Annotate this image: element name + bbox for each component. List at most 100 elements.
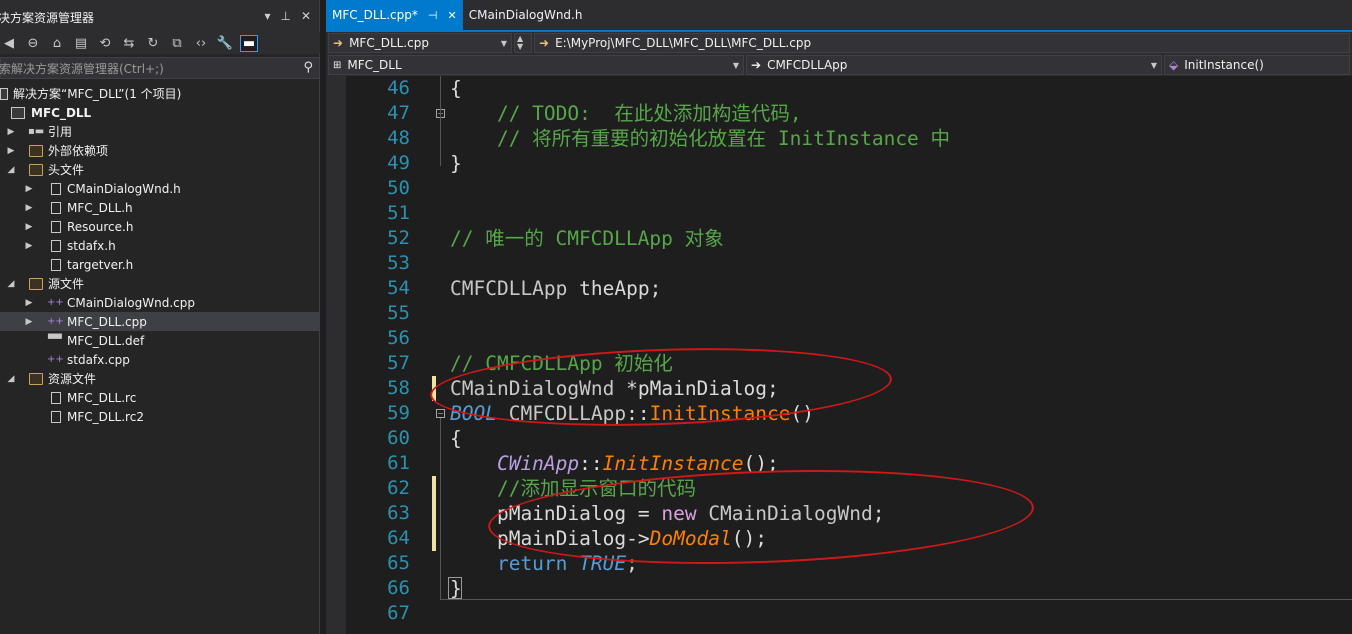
line-number: 60 <box>387 427 410 449</box>
tree-item-project[interactable]: MFC_DLL <box>0 103 320 122</box>
code-line[interactable]: // TODO: 在此处添加构造代码, <box>450 101 802 126</box>
tab-mfc-dll-cpp[interactable]: MFC_DLL.cpp* ⊣ ✕ <box>326 0 463 30</box>
tree-item-source-files[interactable]: ◢ 源文件 <box>0 274 320 293</box>
line-number: 49 <box>387 152 410 174</box>
expand-arrow-icon[interactable]: ▶ <box>24 184 34 194</box>
line-number: 46 <box>387 77 410 99</box>
method-icon: ⬙ <box>1169 58 1179 72</box>
tab-cmaindialogwnd-h[interactable]: CMainDialogWnd.h <box>463 0 589 30</box>
tree-item-file[interactable]: MFC_DLL.rc2 <box>0 407 320 426</box>
tree-item-file[interactable]: ▶ ++ CMainDialogWnd.cpp <box>0 293 320 312</box>
project-icon <box>11 106 25 119</box>
folder-icon <box>29 372 43 385</box>
tree-item-file[interactable]: ▶ CMainDialogWnd.h <box>0 179 320 198</box>
history-icon[interactable]: ⟲ <box>96 36 114 51</box>
expand-arrow-icon[interactable]: ▶ <box>6 127 16 137</box>
class-dropdown[interactable]: ➔ CMFCDLLApp ▼ <box>746 55 1162 75</box>
tree-item-label: MFC_DLL.rc2 <box>67 409 144 424</box>
line-number: 59 <box>387 402 410 424</box>
arrow-icon: ➜ <box>333 36 344 50</box>
code-line[interactable]: // 唯一的 CMFCDLLApp 对象 <box>450 226 724 251</box>
project-dropdown[interactable]: ⊞ MFC_DLL ▼ <box>328 55 744 75</box>
member-dropdown[interactable]: ⬙ InitInstance() <box>1164 55 1350 75</box>
close-icon[interactable]: ✕ <box>301 9 311 23</box>
tree-item-external-deps[interactable]: ▶ 外部依赖项 <box>0 141 320 160</box>
collapse-arrow-icon[interactable]: ◢ <box>6 374 16 384</box>
tree-item-label: 资源文件 <box>48 372 97 386</box>
back-icon[interactable]: ◀ <box>0 36 18 51</box>
line-number: 65 <box>387 552 410 574</box>
close-icon[interactable]: ✕ <box>448 9 457 22</box>
resource-file-icon <box>51 410 61 423</box>
tab-strip: MFC_DLL.cpp* ⊣ ✕ CMainDialogWnd.h <box>326 0 1352 32</box>
tree-item-file-selected[interactable]: ▶ ++ MFC_DLL.cpp <box>0 312 320 331</box>
expand-arrow-icon[interactable]: ▶ <box>6 146 16 156</box>
explorer-toolbar: ◀ ⊖ ⌂ ▤ ⟲ ⇆ ↻ ⧉ ‹› 🔧 ▬ <box>0 32 320 54</box>
header-file-icon <box>51 239 61 252</box>
expand-arrow-icon[interactable]: ▶ <box>24 241 34 251</box>
file-path-field[interactable]: ➜ E:\MyProj\MFC_DLL\MFC_DLL\MFC_DLL.cpp <box>534 33 1350 53</box>
pin-icon[interactable]: ⊣ <box>428 9 438 22</box>
code-editor: MFC_DLL.cpp* ⊣ ✕ CMainDialogWnd.h ➜ MFC_… <box>326 0 1352 634</box>
tree-item-file[interactable]: ▶ Resource.h <box>0 217 320 236</box>
pin-icon[interactable]: ⊥ <box>280 9 290 23</box>
sync-icon[interactable]: ⇆ <box>120 36 138 51</box>
tree-item-file[interactable]: ++ stdafx.cpp <box>0 350 320 369</box>
collapse-arrow-icon[interactable]: ◢ <box>6 165 16 175</box>
tree-item-solution[interactable]: 解决方案“MFC_DLL”(1 个项目) <box>0 84 320 103</box>
line-number: 48 <box>387 127 410 149</box>
file-dropdown[interactable]: ➜ MFC_DLL.cpp ▼ <box>328 33 512 53</box>
solution-icon <box>0 87 8 100</box>
tree-item-label: targetver.h <box>67 257 134 272</box>
resource-file-icon <box>51 391 61 404</box>
collapse-all-icon[interactable]: ⧉ <box>168 36 186 51</box>
collapse-toggle-icon[interactable]: − <box>436 409 445 418</box>
search-icon[interactable]: ⚲ <box>303 60 313 75</box>
class-icon: ➔ <box>751 58 762 72</box>
tree-item-file[interactable]: ▀▀ MFC_DLL.def <box>0 331 320 350</box>
code-line[interactable]: CMFCDLLApp theApp; <box>450 276 661 301</box>
line-number: 61 <box>387 452 410 474</box>
properties-icon[interactable]: 🔧 <box>216 36 234 51</box>
show-all-files-icon[interactable]: ‹› <box>192 36 210 51</box>
expand-arrow-icon[interactable]: ▶ <box>24 298 34 308</box>
collapse-arrow-icon[interactable]: ◢ <box>6 279 16 289</box>
code-line[interactable]: { <box>450 426 462 451</box>
code-line[interactable]: // 将所有重要的初始化放置在 InitInstance 中 <box>450 126 950 151</box>
tree-item-header-files[interactable]: ◢ 头文件 <box>0 160 320 179</box>
tree-item-label: Resource.h <box>67 219 134 234</box>
refresh-icon[interactable]: ↻ <box>144 36 162 51</box>
expand-arrow-icon[interactable]: ▶ <box>24 317 34 327</box>
tree-item-file[interactable]: targetver.h <box>0 255 320 274</box>
header-file-icon <box>51 201 61 214</box>
cpp-file-icon: ++ <box>47 353 64 365</box>
tree-item-label: MFC_DLL.cpp <box>67 314 147 329</box>
expand-arrow-icon[interactable]: ▶ <box>24 203 34 213</box>
tree-item-file[interactable]: MFC_DLL.rc <box>0 388 320 407</box>
tree-item-references[interactable]: ▶ ▪▬ 引用 <box>0 122 320 141</box>
home-icon[interactable]: ⌂ <box>48 36 66 51</box>
forward-icon[interactable]: ⊖ <box>24 36 42 51</box>
code-line[interactable]: } <box>450 576 462 601</box>
tree-item-label: MFC_DLL.rc <box>67 390 137 405</box>
solution-tree: 解决方案“MFC_DLL”(1 个项目) MFC_DLL ▶ ▪▬ 引用 ▶ 外… <box>0 84 320 426</box>
preview-icon[interactable]: ▬ <box>240 34 258 52</box>
code-area[interactable]: 46 47 48 49 50 51 52 53 54 55 56 57 58 5… <box>326 76 1352 634</box>
tree-item-label: 引用 <box>48 125 73 139</box>
project-icon: ⊞ <box>333 59 342 71</box>
dropdown-arrow-icon[interactable]: ▾ <box>264 9 270 23</box>
tree-item-label: stdafx.h <box>67 238 116 253</box>
chevron-down-icon: ▼ <box>1150 60 1157 70</box>
tree-item-file[interactable]: ▶ MFC_DLL.h <box>0 198 320 217</box>
tree-item-label: MFC_DLL.def <box>67 333 145 348</box>
explorer-search-input[interactable]: 索解决方案资源管理器(Ctrl+;) ⚲ <box>0 57 320 79</box>
switch-views-icon[interactable]: ▤ <box>72 36 90 51</box>
expand-arrow-icon[interactable]: ▶ <box>24 222 34 232</box>
tree-item-resource-files[interactable]: ◢ 资源文件 <box>0 369 320 388</box>
tree-item-file[interactable]: ▶ stdafx.h <box>0 236 320 255</box>
code-line[interactable]: { <box>450 76 462 101</box>
tree-item-label: MFC_DLL <box>31 105 92 120</box>
code-line[interactable]: } <box>450 151 462 176</box>
spin-button[interactable]: ▲ ▼ <box>514 33 532 53</box>
code-nav-bar: ⊞ MFC_DLL ▼ ➔ CMFCDLLApp ▼ ⬙ InitInstanc… <box>326 54 1352 76</box>
